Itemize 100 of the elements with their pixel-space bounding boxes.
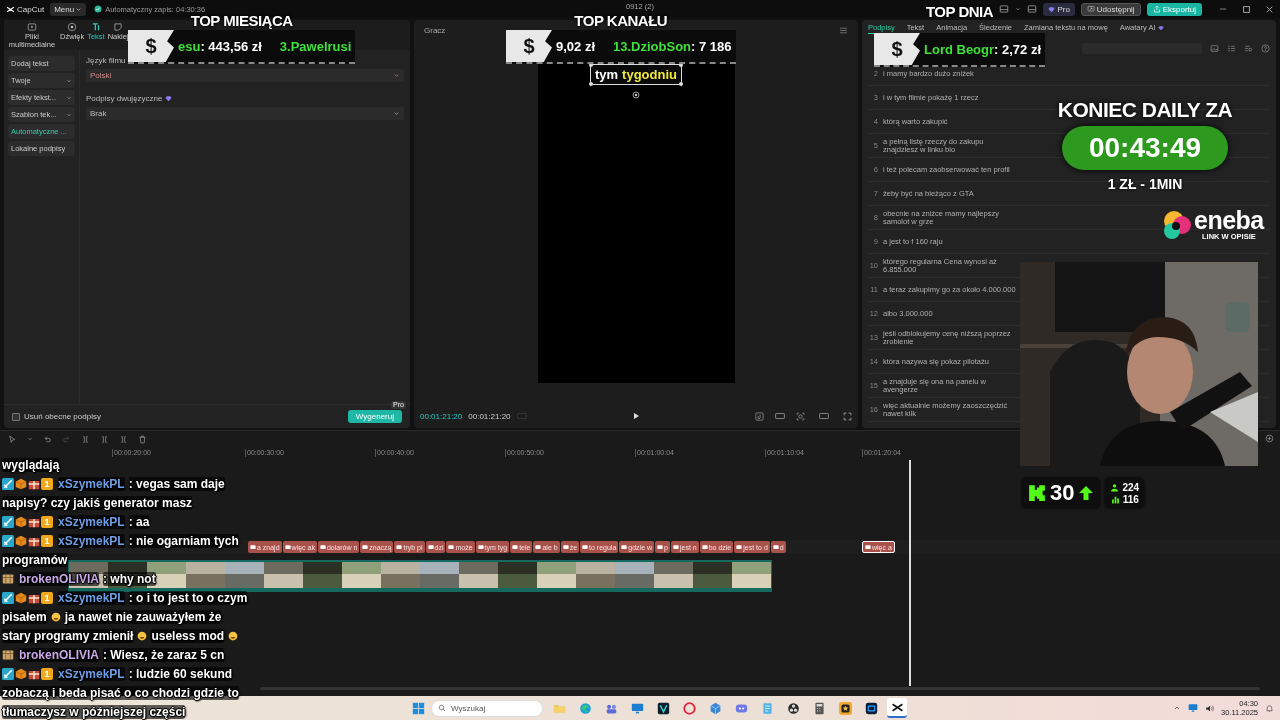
monitor-icon: [630, 701, 644, 715]
dollar-badge: $: [128, 30, 174, 62]
help-icon[interactable]: [1261, 43, 1270, 53]
caption-icon: [448, 544, 455, 550]
checkbox-label: Usuń obecne podpisy: [24, 412, 101, 421]
caption-icon: [284, 544, 291, 550]
zoom-icon[interactable]: [1265, 434, 1274, 443]
arrow-up-icon: [1078, 484, 1095, 502]
language-select[interactable]: Polski: [86, 69, 404, 82]
undo-icon[interactable]: [43, 434, 52, 444]
split-right-icon[interactable]: [119, 434, 128, 444]
caption-icon: [562, 544, 569, 550]
rotate-handle-icon[interactable]: [632, 91, 640, 99]
list-icon[interactable]: [1227, 43, 1236, 53]
split-left-icon[interactable]: [100, 434, 109, 444]
play-icon[interactable]: [632, 412, 640, 420]
caret-icon: [393, 110, 400, 117]
gem-icon: [1157, 25, 1164, 31]
donation-amount: : 7 186: [691, 38, 732, 54]
bell-icon[interactable]: [1265, 703, 1274, 713]
caption-icon: [621, 544, 628, 550]
maximize-icon[interactable]: [1242, 4, 1251, 14]
image-icon[interactable]: [1210, 43, 1219, 53]
caret-icon[interactable]: [27, 436, 33, 442]
cursor-icon[interactable]: [8, 434, 17, 444]
pro-button[interactable]: Pro: [1043, 2, 1075, 16]
caption-icon: [672, 544, 679, 550]
dollar-badge: $: [874, 33, 920, 65]
stat-value: 224: [1122, 481, 1140, 493]
donation-amount: : 443,56 zł: [200, 38, 262, 54]
stat-value: 116: [1122, 493, 1139, 505]
field-label: Podpisy dwujęzyczne: [86, 94, 163, 103]
banner-title: TOP MIESIĄCA: [190, 13, 293, 28]
close-icon[interactable]: [1265, 4, 1274, 14]
layout-icon[interactable]: [1027, 4, 1038, 14]
chat-message-text: : vegas sam daje: [128, 476, 225, 491]
bars-icon: [1110, 494, 1120, 504]
gem-icon: [1048, 5, 1056, 13]
caret-icon[interactable]: [1015, 6, 1022, 12]
emoji-icon: [50, 611, 61, 622]
chat-username: xSzymekPL: [58, 514, 125, 529]
ratio-icon[interactable]: [772, 411, 788, 421]
split-icon[interactable]: [81, 434, 90, 444]
sponsor-name: eneba: [1194, 208, 1264, 232]
countdown: 00:43:49: [1062, 126, 1228, 170]
find-icon[interactable]: [1244, 43, 1253, 53]
donor-name: 3.Pawelrusi: [279, 38, 352, 54]
crate-badge-icon: [2, 648, 14, 661]
share-button[interactable]: Udostępnij: [1080, 2, 1141, 16]
box-badge-icon: [15, 534, 27, 547]
search-field[interactable]: Wyszukaj: [431, 699, 543, 717]
windows-start-icon[interactable]: [412, 701, 425, 715]
emoji-icon: [137, 630, 148, 641]
chat-username: xSzymekPL: [58, 590, 125, 605]
menu-icon[interactable]: [839, 25, 848, 35]
chat-message-text: zobaczą i beda pisać o co chodzi gdzie to: [2, 685, 239, 700]
menu-button[interactable]: Menu: [50, 2, 87, 16]
logo-icon: [6, 4, 15, 14]
box-badge-icon: [15, 667, 27, 680]
caret-icon: [66, 94, 72, 101]
caption-icon: [535, 544, 542, 550]
taskbar-app[interactable]: [887, 698, 907, 718]
delete-icon[interactable]: [138, 434, 147, 444]
caption-icon: [396, 544, 403, 550]
caption-icon: [362, 544, 369, 550]
gem-icon: [165, 95, 173, 102]
panel-title: Gracz: [424, 25, 446, 35]
note-icon[interactable]: [755, 411, 764, 421]
capture-icon[interactable]: [796, 411, 805, 421]
notepad-icon: [760, 701, 774, 715]
donor-name: esu: [178, 38, 201, 54]
caption-icon: [772, 544, 779, 550]
speaker-icon[interactable]: [1205, 703, 1214, 713]
caption-icon: [427, 544, 434, 550]
bilingual-select[interactable]: Brak: [86, 107, 404, 120]
upload-icon: [1152, 5, 1161, 13]
caret-icon: [66, 77, 72, 84]
stat-value: 30: [1050, 480, 1075, 506]
banner-title: TOP DNIA: [925, 4, 994, 19]
caret-icon: [66, 111, 72, 118]
display-icon[interactable]: [1188, 703, 1198, 713]
caption-icon: [512, 544, 519, 550]
chat-message-text: : aa: [128, 514, 150, 529]
chat-message-text: napisy? czy jakiś generator masz: [2, 495, 193, 510]
audio-icon: [67, 22, 78, 32]
checkbox[interactable]: [12, 412, 20, 421]
field-label: Język filmu: [86, 56, 127, 65]
caption-icon: [582, 544, 589, 550]
sticker-icon: [113, 22, 124, 32]
caption-icon: [250, 544, 256, 550]
chat-username: xSzymekPL: [58, 476, 125, 491]
chevron-up-icon[interactable]: [1173, 704, 1181, 712]
caption-icon: [865, 544, 871, 550]
caption-icon: [736, 544, 743, 550]
check-icon: [94, 5, 103, 13]
fullscreen-icon[interactable]: [843, 411, 852, 421]
layout-icon[interactable]: [999, 4, 1010, 14]
timer-title: KONIEC DAILY ZA: [1057, 98, 1233, 122]
search-icon: [438, 704, 446, 712]
caret-icon: [75, 5, 83, 13]
